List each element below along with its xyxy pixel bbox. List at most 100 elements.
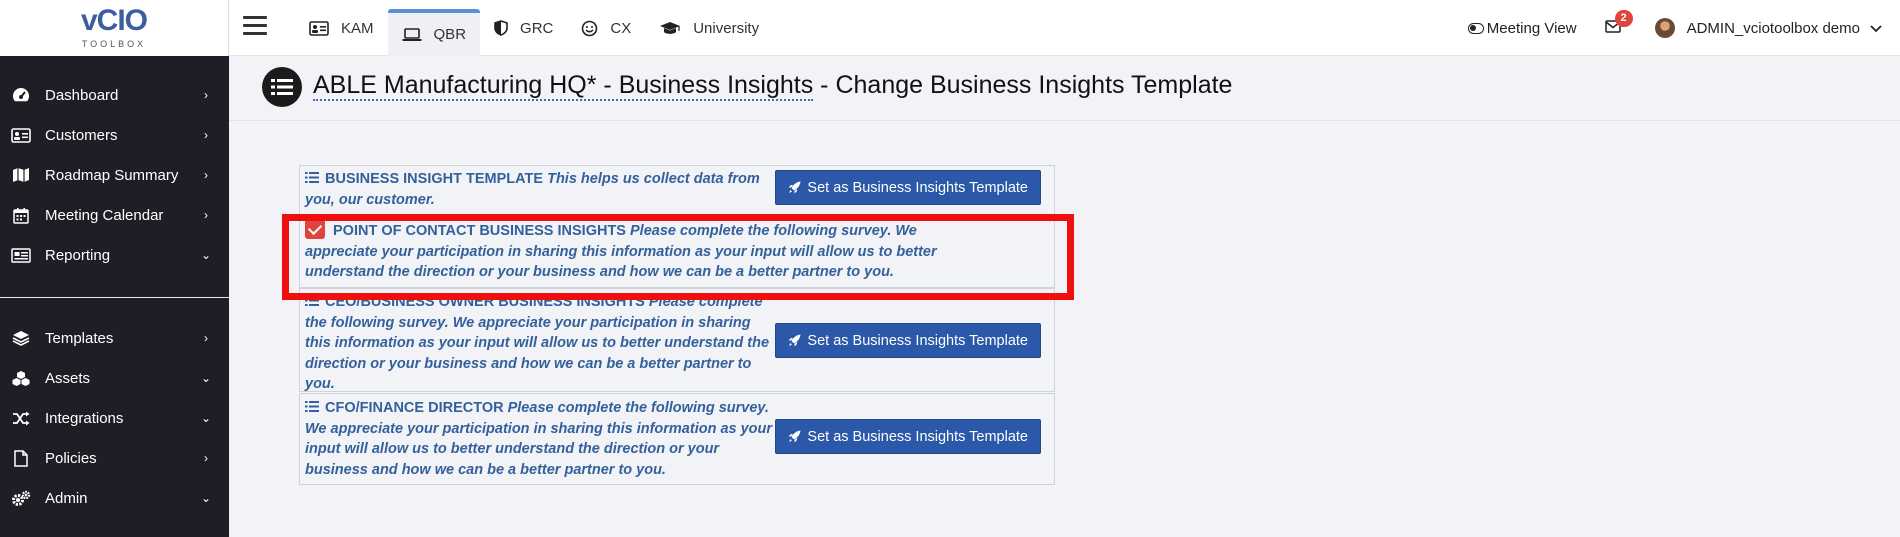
user-name: ADMIN_vciotoolbox demo [1686,19,1860,37]
report-icon [11,246,31,264]
meeting-view-toggle[interactable]: Meeting View [1467,19,1577,37]
top-right-controls: Meeting View 2 ADMIN_vciotoolbox demo [1467,0,1882,56]
smile-icon [581,20,598,37]
tab-label: University [693,19,760,37]
sidebar-item-label: Customers [45,126,118,144]
chevron-right-icon: › [204,168,208,182]
chevron-right-icon: › [204,331,208,345]
rocket-icon [788,334,801,347]
list-icon [305,295,319,306]
chevron-right-icon: › [204,88,208,102]
tab-label: CX [610,19,632,37]
list-icon [305,401,319,412]
laptop-icon [402,27,422,42]
shuffle-icon [11,409,31,427]
dashboard-icon [11,86,31,104]
set-as-template-button[interactable]: Set as Business Insights Template [775,419,1041,454]
sidebar-item-integrations[interactable]: Integrations ⌄ [0,398,229,438]
meeting-view-label: Meeting View [1486,19,1577,37]
sidebar-item-policies[interactable]: Policies › [0,438,229,478]
tab-kam[interactable]: KAM [295,0,388,56]
chevron-right-icon: › [204,208,208,222]
file-icon [11,449,31,467]
selected-checkbox[interactable] [305,219,325,239]
cubes-icon [11,369,31,387]
tab-university[interactable]: University [645,0,773,56]
list-icon [305,172,319,183]
sidebar-item-roadmap-summary[interactable]: Roadmap Summary › [0,155,229,195]
template-option-selected: POINT OF CONTACT BUSINESS INSIGHTS Pleas… [299,216,1055,288]
messages-button[interactable]: 2 [1604,9,1633,37]
tab-qbr[interactable]: QBR [387,9,481,56]
chevron-down-icon: ⌄ [200,411,212,425]
template-name: BUSINESS INSIGHT TEMPLATE [325,171,544,187]
id-card-icon [11,126,31,144]
sidebar-item-label: Policies [45,449,97,467]
sidebar-item-templates[interactable]: Templates › [0,318,229,358]
sidebar-item-label: Meeting Calendar [45,206,164,224]
template-name: CEO/BUSINESS OWNER BUSINESS INSIGHTS [325,294,645,310]
gears-icon [11,489,31,507]
sidebar-item-meeting-calendar[interactable]: Meeting Calendar › [0,195,229,235]
vcio-toolbox-logo[interactable]: vCIO TOOLBOX [74,3,154,53]
menu-toggle-icon[interactable] [243,16,267,36]
avatar [1654,18,1675,38]
sidebar-secondary-nav: Templates › Assets ⌄ Integrations ⌄ Poli… [0,318,229,518]
list-icon [262,67,302,107]
chevron-right-icon: › [204,128,208,142]
set-as-template-button[interactable]: Set as Business Insights Template [775,323,1041,358]
template-description: CFO/FINANCE DIRECTOR Please complete the… [300,394,780,484]
template-name: CFO/FINANCE DIRECTOR [325,400,504,416]
top-bar: KAM QBR GRC CX University Meeting View 2… [229,0,1900,56]
shield-icon [494,20,508,36]
sidebar-item-dashboard[interactable]: Dashboard › [0,75,229,115]
button-label: Set as Business Insights Template [807,428,1028,445]
sidebar: vCIO TOOLBOX Dashboard › Customers › Roa… [0,0,229,537]
sidebar-divider [0,297,229,298]
sidebar-item-assets[interactable]: Assets ⌄ [0,358,229,398]
sidebar-item-label: Integrations [45,409,124,427]
tab-label: KAM [341,19,374,37]
sidebar-item-label: Assets [45,369,91,387]
page-title-rest: - Change Business Insights Template [813,71,1233,99]
calendar-icon [11,206,31,224]
map-icon [11,166,31,184]
page-title: ABLE Manufacturing HQ* - Business Insigh… [313,71,1233,101]
template-option: BUSINESS INSIGHT TEMPLATE This helps us … [299,165,1055,216]
chevron-down-icon: ⌄ [200,491,212,505]
sidebar-item-label: Admin [45,489,88,507]
tab-label: QBR [433,26,467,43]
set-as-template-button[interactable]: Set as Business Insights Template [775,170,1041,205]
template-list: BUSINESS INSIGHT TEMPLATE This helps us … [299,165,1055,485]
customer-breadcrumb-link[interactable]: ABLE Manufacturing HQ* - Business Insigh… [313,71,814,101]
button-label: Set as Business Insights Template [807,179,1028,196]
sidebar-item-label: Roadmap Summary [45,166,179,184]
template-description: BUSINESS INSIGHT TEMPLATE This helps us … [300,166,780,214]
template-option: CFO/FINANCE DIRECTOR Please complete the… [299,393,1055,485]
chevron-down-icon: ⌄ [200,248,212,262]
sidebar-item-customers[interactable]: Customers › [0,115,229,155]
tab-grc[interactable]: GRC [480,0,567,56]
logo-main: vCIO [80,4,148,37]
chevron-down-icon: ⌄ [200,371,212,385]
user-menu[interactable]: ADMIN_vciotoolbox demo [1654,18,1882,38]
sidebar-item-reporting[interactable]: Reporting ⌄ [0,235,229,275]
template-description: POINT OF CONTACT BUSINESS INSIGHTS Pleas… [300,217,990,287]
button-label: Set as Business Insights Template [807,332,1028,349]
template-option: CEO/BUSINESS OWNER BUSINESS INSIGHTS Ple… [299,288,1055,392]
id-card-icon [309,20,329,36]
graduation-cap-icon [659,21,681,36]
sidebar-main-nav: Dashboard › Customers › Roadmap Summary … [0,56,229,275]
template-name: POINT OF CONTACT BUSINESS INSIGHTS [333,223,626,239]
sidebar-item-label: Templates [45,329,114,347]
rocket-icon [788,430,801,443]
logo-area: vCIO TOOLBOX [0,0,229,56]
toggle-icon [1467,22,1484,34]
messages-count-badge: 2 [1614,9,1633,27]
module-tabs: KAM QBR GRC CX University [295,0,773,56]
chevron-down-icon [1870,20,1882,37]
template-description: CEO/BUSINESS OWNER BUSINESS INSIGHTS Ple… [300,289,780,399]
tab-cx[interactable]: CX [567,0,645,56]
sidebar-item-admin[interactable]: Admin ⌄ [0,478,229,518]
sidebar-item-label: Dashboard [45,86,119,104]
